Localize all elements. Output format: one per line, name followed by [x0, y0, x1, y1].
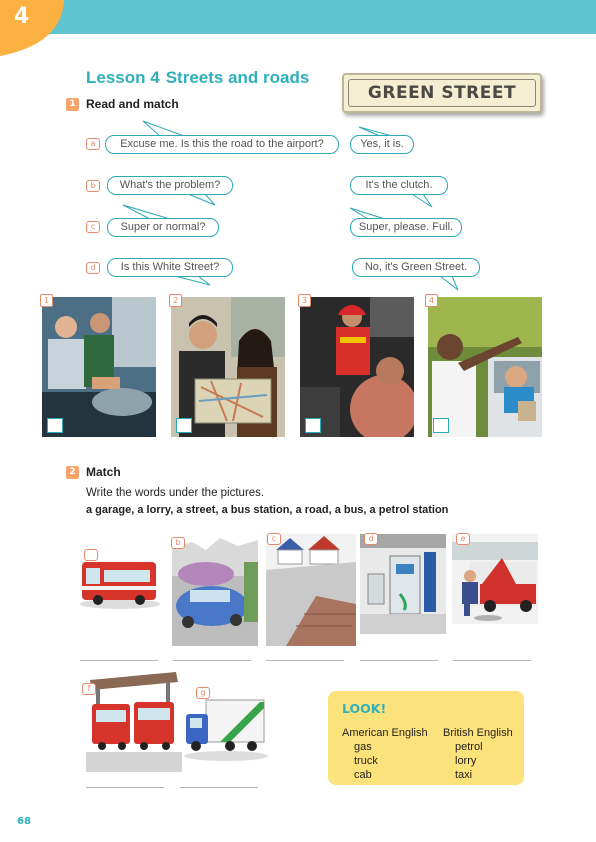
- row-letter-d: d: [86, 262, 100, 274]
- question-bubble-a: Excuse me. Is this the road to the airpo…: [105, 135, 339, 154]
- picture-letter-c: c: [267, 533, 281, 545]
- question-bubble-c: Super or normal?: [107, 218, 219, 237]
- word-item: a bus station: [221, 504, 290, 516]
- row-letter-b: b: [86, 180, 100, 192]
- exercise-2-title: Match: [86, 465, 121, 479]
- answer-box-photo-4[interactable]: [433, 418, 449, 433]
- photo-number-1: 1: [40, 294, 53, 307]
- american-word: cab: [354, 769, 372, 781]
- row-letter-a: a: [86, 138, 100, 150]
- answer-line-d[interactable]: [360, 660, 438, 661]
- answer-line-f[interactable]: [86, 787, 164, 788]
- picture-street: [266, 534, 356, 650]
- picture-letter-b: b: [171, 537, 185, 549]
- answer-line-e[interactable]: [453, 660, 531, 661]
- word-item: a petrol station: [369, 504, 449, 516]
- picture-lorry: [182, 694, 268, 766]
- look-box: LOOK! American English gas truck cab Bri…: [328, 691, 524, 785]
- word-item: a garage: [86, 504, 132, 516]
- look-title: LOOK!: [342, 701, 387, 716]
- photo-number-2: 2: [169, 294, 182, 307]
- question-bubble-b: What's the problem?: [107, 176, 233, 195]
- row-letter-c: c: [86, 221, 100, 233]
- photo-1-mechanics: [42, 297, 156, 437]
- american-english-column: American English gas truck cab: [342, 726, 428, 782]
- page-number: 68: [17, 816, 31, 827]
- photo-number-3: 3: [298, 294, 311, 307]
- exercise-2-instruction: Write the words under the pictures.: [86, 487, 265, 499]
- picture-bus: [78, 552, 162, 614]
- answer-line-a[interactable]: [80, 660, 158, 661]
- picture-petrol-station: [360, 534, 446, 638]
- answer-bubble-a: Yes, it is.: [350, 135, 414, 154]
- american-english-header: American English: [342, 727, 428, 739]
- picture-letter-g: g: [196, 687, 210, 699]
- answer-line-b[interactable]: [173, 660, 251, 661]
- word-item: a lorry: [137, 504, 171, 516]
- answer-bubble-c: Super, please. Full.: [350, 218, 462, 237]
- british-english-column: British English petrol lorry taxi: [443, 726, 513, 782]
- photo-4-directions: [428, 297, 542, 437]
- answer-bubble-d: No, it's Green Street.: [352, 258, 480, 277]
- answer-line-g[interactable]: [180, 787, 258, 788]
- british-word: lorry: [455, 755, 477, 767]
- photo-number-4: 4: [425, 294, 438, 307]
- answer-box-photo-1[interactable]: [47, 418, 63, 433]
- question-bubble-d: Is this White Street?: [107, 258, 233, 277]
- word-item: a road: [295, 504, 329, 516]
- picture-letter-a: [84, 549, 98, 561]
- picture-letter-d: d: [364, 533, 378, 545]
- word-bank: a garage, a lorry, a street, a bus stati…: [86, 504, 449, 516]
- picture-road: [172, 536, 258, 650]
- british-word: taxi: [455, 769, 473, 781]
- picture-letter-e: e: [456, 533, 470, 545]
- picture-garage: [452, 534, 538, 628]
- photo-3-petrol-attendant: [300, 297, 414, 437]
- picture-bus-station: [86, 670, 182, 776]
- picture-letter-f: f: [82, 683, 96, 695]
- answer-bubble-b: It's the clutch.: [350, 176, 448, 195]
- photo-2-couple-map: [171, 297, 285, 437]
- answer-box-photo-3[interactable]: [305, 418, 321, 433]
- exercise-2-number: 2: [66, 466, 79, 479]
- answer-line-c[interactable]: [266, 660, 344, 661]
- american-word: truck: [354, 755, 378, 767]
- answer-box-photo-2[interactable]: [176, 418, 192, 433]
- british-english-header: British English: [443, 727, 513, 739]
- british-word: petrol: [455, 741, 483, 753]
- word-item: a street: [176, 504, 216, 516]
- american-word: gas: [354, 741, 372, 753]
- word-item: a bus: [334, 504, 364, 516]
